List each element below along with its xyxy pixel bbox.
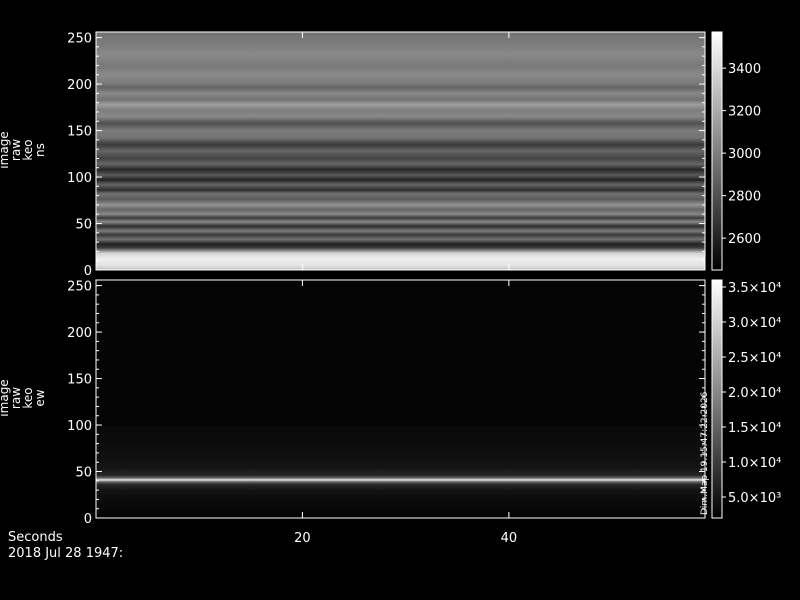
colorbar-2 <box>711 279 723 519</box>
colorbar-label: 3400 <box>728 62 761 77</box>
colorbar-label: 2600 <box>728 232 761 247</box>
ytick-label: 200 <box>67 326 92 341</box>
colorbar-label: 1.5×10⁴ <box>728 421 781 436</box>
ytick-label: 0 <box>84 264 92 279</box>
colorbar-side-text: Dim.Map 19.15:47:22.2026 <box>700 391 710 515</box>
keogram-figure: 050100150200250imagerawkeons260028003000… <box>0 31 781 546</box>
ylabel-ns: ns <box>33 143 47 157</box>
ytick-label: 250 <box>67 32 92 47</box>
ytick-label: 100 <box>67 171 92 186</box>
xtick-label: 20 <box>294 531 311 546</box>
colorbar-label: 2.0×10⁴ <box>728 386 781 401</box>
ylabel-ew: ew <box>33 389 47 406</box>
colorbar-label: 2800 <box>728 190 761 205</box>
ytick-label: 250 <box>67 280 92 295</box>
ytick-label: 150 <box>67 373 92 388</box>
colorbar-label: 2.5×10⁴ <box>728 351 781 366</box>
heatmap-panel-2 <box>96 280 705 518</box>
ytick-label: 0 <box>84 512 92 527</box>
colorbar-label: 1.0×10⁴ <box>728 456 781 471</box>
ytick-label: 50 <box>75 466 92 481</box>
ytick-label: 150 <box>67 125 92 140</box>
ytick-label: 200 <box>67 78 92 93</box>
xtick-label: 40 <box>501 531 518 546</box>
colorbar-label: 3000 <box>728 147 761 162</box>
ytick-label: 100 <box>67 419 92 434</box>
colorbar-1 <box>711 31 723 271</box>
colorbar-label: 3.0×10⁴ <box>728 316 781 331</box>
colorbar-label: 3200 <box>728 105 761 120</box>
colorbar-label: 5.0×10³ <box>728 491 781 506</box>
colorbar-label: 3.5×10⁴ <box>728 281 781 296</box>
heatmap-panel-1 <box>96 32 705 270</box>
footer-seconds-label: Seconds <box>8 530 63 545</box>
footer-date: 2018 Jul 28 1947: <box>8 546 124 561</box>
ytick-label: 50 <box>75 218 92 233</box>
